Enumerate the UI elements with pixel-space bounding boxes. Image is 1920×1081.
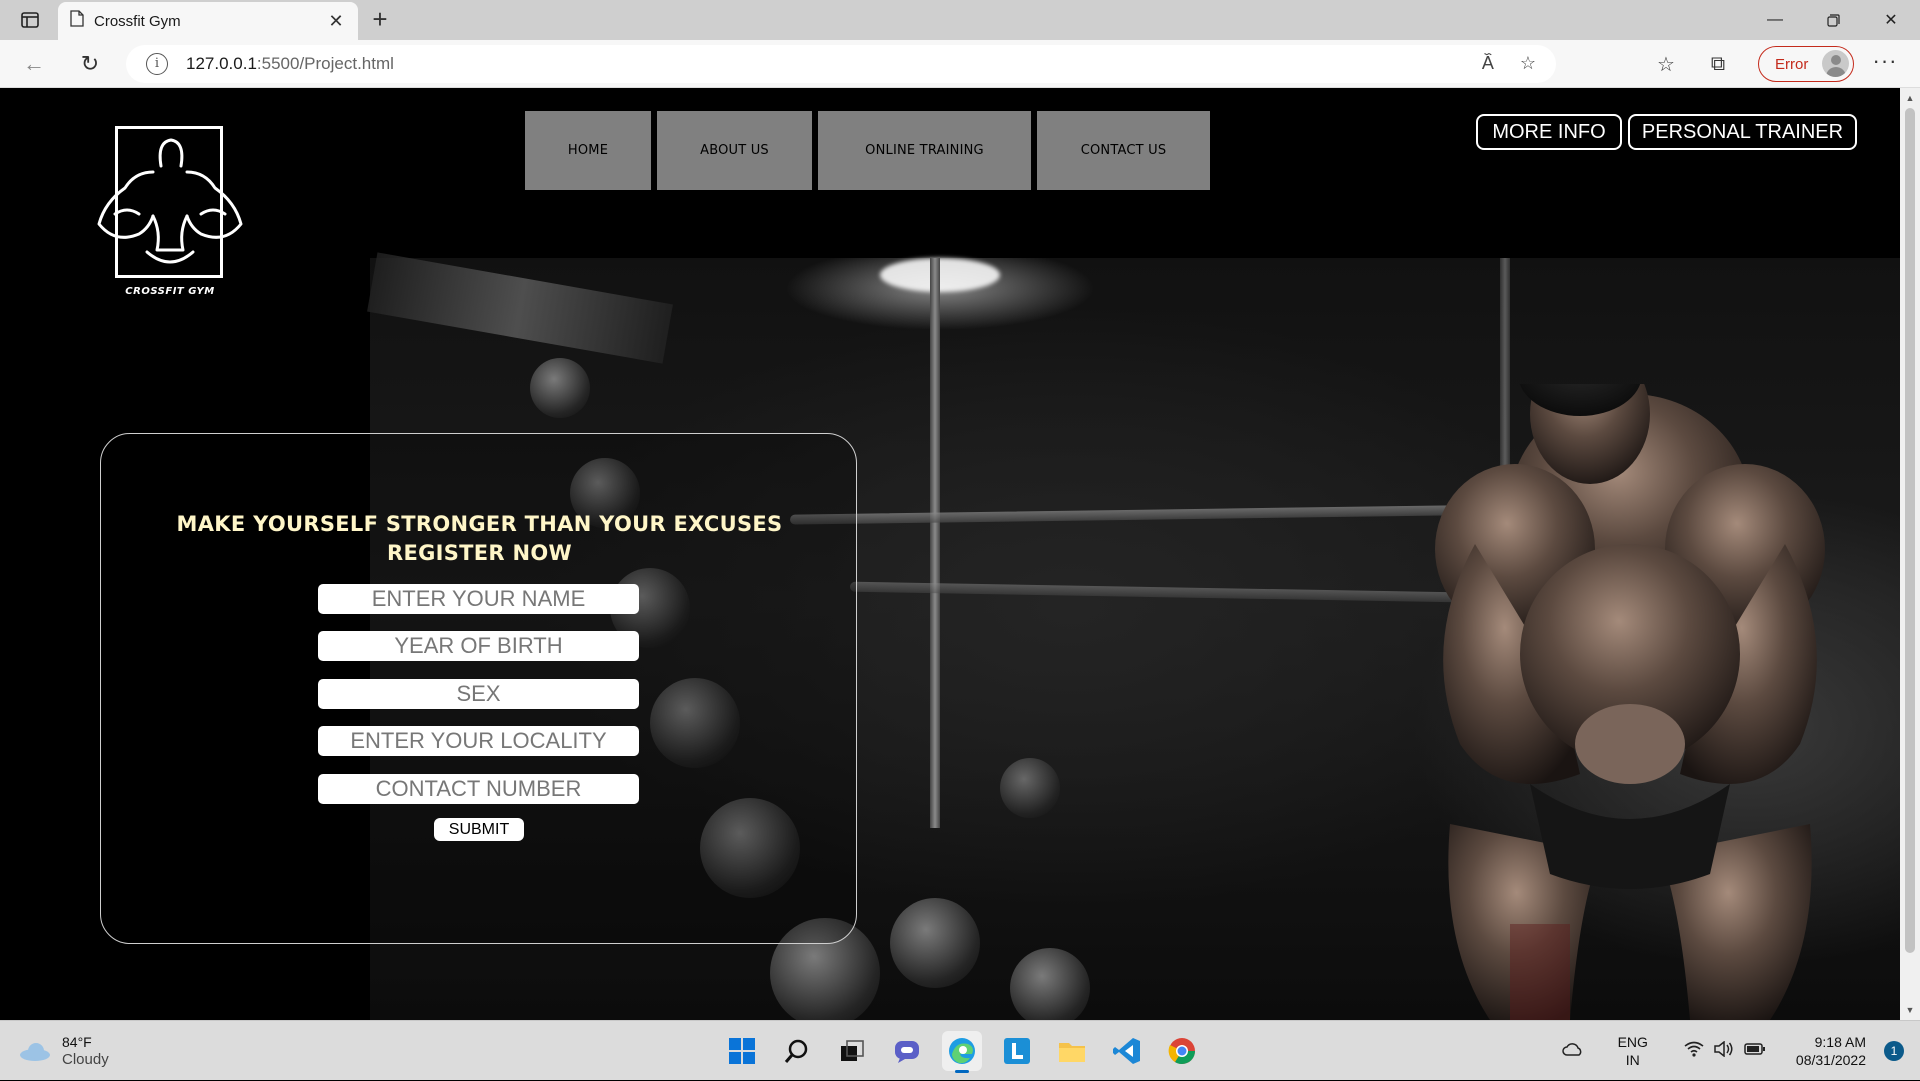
dumbbell <box>530 358 590 418</box>
profile-avatar <box>1822 50 1849 77</box>
edge-browser-icon[interactable] <box>942 1031 982 1073</box>
address-bar-row: ← ↻ i 127.0.0.1:5500/Project.html A᷈ ☆ ☆… <box>0 40 1920 88</box>
system-clock[interactable]: 9:18 AM 08/31/2022 <box>1796 1033 1866 1069</box>
profile-error-label: Error <box>1775 55 1809 73</box>
volume-icon[interactable] <box>1714 1039 1734 1062</box>
new-tab-icon[interactable]: + <box>366 6 394 34</box>
clock-date: 08/31/2022 <box>1795 1052 1866 1068</box>
sex-field[interactable] <box>318 679 639 709</box>
notification-badge[interactable]: 1 <box>1884 1041 1904 1061</box>
ceiling-light <box>880 258 1000 292</box>
close-window-icon[interactable]: ✕ <box>1862 0 1920 40</box>
personal-trainer-button[interactable]: PERSONAL TRAINER <box>1628 114 1857 150</box>
gym-logo[interactable]: CROSSFIT GYM <box>95 126 245 297</box>
weather-temperature: 84°F <box>62 1034 92 1050</box>
minimize-icon[interactable]: — <box>1746 0 1804 40</box>
url-text[interactable]: 127.0.0.1:5500/Project.html <box>186 54 394 74</box>
nav-home[interactable]: HOME <box>525 111 651 190</box>
registration-form: MAKE YOURSELF STRONGER THAN YOUR EXCUSES… <box>100 433 857 944</box>
taskbar-apps <box>722 1031 1202 1073</box>
read-aloud-icon[interactable]: A᷈ <box>1482 53 1494 74</box>
more-info-button[interactable]: MORE INFO <box>1476 114 1622 150</box>
scroll-down-icon[interactable]: ▼ <box>1900 1002 1920 1018</box>
dumbbell <box>1000 758 1060 818</box>
scrollbar-thumb[interactable] <box>1905 108 1915 953</box>
teams-chat-icon[interactable] <box>887 1031 927 1071</box>
vscode-icon[interactable] <box>1107 1031 1147 1071</box>
file-explorer-icon[interactable] <box>1052 1031 1092 1071</box>
url-host: 127.0.0.1 <box>186 54 257 73</box>
page-icon <box>70 10 84 32</box>
main-nav: HOME ABOUT US ONLINE TRAINING CONTACT US <box>525 111 1210 190</box>
bodybuilder-logo-icon <box>97 138 243 264</box>
nav-online-training[interactable]: ONLINE TRAINING <box>818 111 1031 190</box>
barbell-bar <box>367 252 673 364</box>
language-indicator[interactable]: ENG IN <box>1618 1033 1648 1069</box>
restore-icon[interactable] <box>1804 0 1862 40</box>
tab-title: Crossfit Gym <box>94 12 181 30</box>
chrome-icon[interactable] <box>1162 1031 1202 1071</box>
contact-number-field[interactable] <box>318 774 639 804</box>
collections-icon[interactable]: ⧉ <box>1704 50 1732 78</box>
weather-description: Cloudy <box>62 1051 109 1068</box>
battery-icon[interactable] <box>1744 1042 1766 1061</box>
address-bar-actions: A᷈ ☆ <box>1482 53 1536 74</box>
language-code: ENG <box>1617 1034 1648 1050</box>
url-path: :5500/Project.html <box>256 54 394 73</box>
back-icon[interactable]: ← <box>18 50 50 78</box>
browser-titlebar: Crossfit Gym ✕ + — ✕ <box>0 0 1920 40</box>
system-tray: ENG IN 9:18 AM 08/31/2022 1 <box>1561 1021 1920 1081</box>
windows-taskbar: 84°F Cloudy ENG IN 9:18 AM 08/31/2022 1 <box>0 1020 1920 1080</box>
tab-actions-icon[interactable] <box>14 8 46 32</box>
submit-button[interactable]: SUBMIT <box>434 818 524 841</box>
add-favorite-icon[interactable]: ☆ <box>1520 53 1536 74</box>
form-heading: MAKE YOURSELF STRONGER THAN YOUR EXCUSES… <box>101 510 858 568</box>
athlete-figure <box>1435 384 1825 1020</box>
logo-text: CROSSFIT GYM <box>125 286 215 297</box>
clock-time: 9:18 AM <box>1814 1034 1866 1050</box>
toolbar: ☆ ⧉ <box>1652 50 1732 78</box>
close-tab-icon[interactable]: ✕ <box>326 11 346 32</box>
onedrive-icon[interactable] <box>1561 1042 1584 1061</box>
nav-contact-us[interactable]: CONTACT US <box>1037 111 1210 190</box>
weather-widget[interactable]: 84°F Cloudy <box>20 1033 109 1069</box>
task-view-icon[interactable] <box>832 1031 872 1071</box>
l-app-icon[interactable] <box>997 1031 1037 1071</box>
wifi-icon[interactable] <box>1684 1041 1704 1062</box>
refresh-icon[interactable]: ↻ <box>74 50 106 78</box>
search-icon[interactable] <box>777 1031 817 1071</box>
page-viewport: CROSSFIT GYM HOME ABOUT US ONLINE TRAINI… <box>0 88 1900 1020</box>
browser-tab[interactable]: Crossfit Gym ✕ <box>58 2 358 40</box>
page-scrollbar[interactable]: ▲ ▼ <box>1900 88 1920 1020</box>
address-bar[interactable]: i 127.0.0.1:5500/Project.html A᷈ ☆ <box>126 45 1556 83</box>
dumbbell <box>890 898 980 988</box>
scroll-up-icon[interactable]: ▲ <box>1900 90 1920 106</box>
year-of-birth-field[interactable] <box>318 631 639 661</box>
cloud-icon <box>20 1041 52 1061</box>
site-info-icon[interactable]: i <box>146 53 168 75</box>
profile-error-button[interactable]: Error <box>1758 46 1854 82</box>
name-field[interactable] <box>318 584 639 614</box>
more-menu-icon[interactable]: ··· <box>1870 50 1900 76</box>
windows-start-icon[interactable] <box>722 1031 762 1071</box>
region-code: IN <box>1625 1052 1640 1068</box>
form-heading-line2: REGISTER NOW <box>386 541 573 565</box>
rack-post <box>930 258 940 828</box>
window-controls: — ✕ <box>1746 0 1920 40</box>
dumbbell <box>1010 948 1090 1020</box>
form-heading-line1: MAKE YOURSELF STRONGER THAN YOUR EXCUSES <box>176 512 783 536</box>
favorites-icon[interactable]: ☆ <box>1652 50 1680 78</box>
nav-about-us[interactable]: ABOUT US <box>657 111 812 190</box>
locality-field[interactable] <box>318 726 639 756</box>
